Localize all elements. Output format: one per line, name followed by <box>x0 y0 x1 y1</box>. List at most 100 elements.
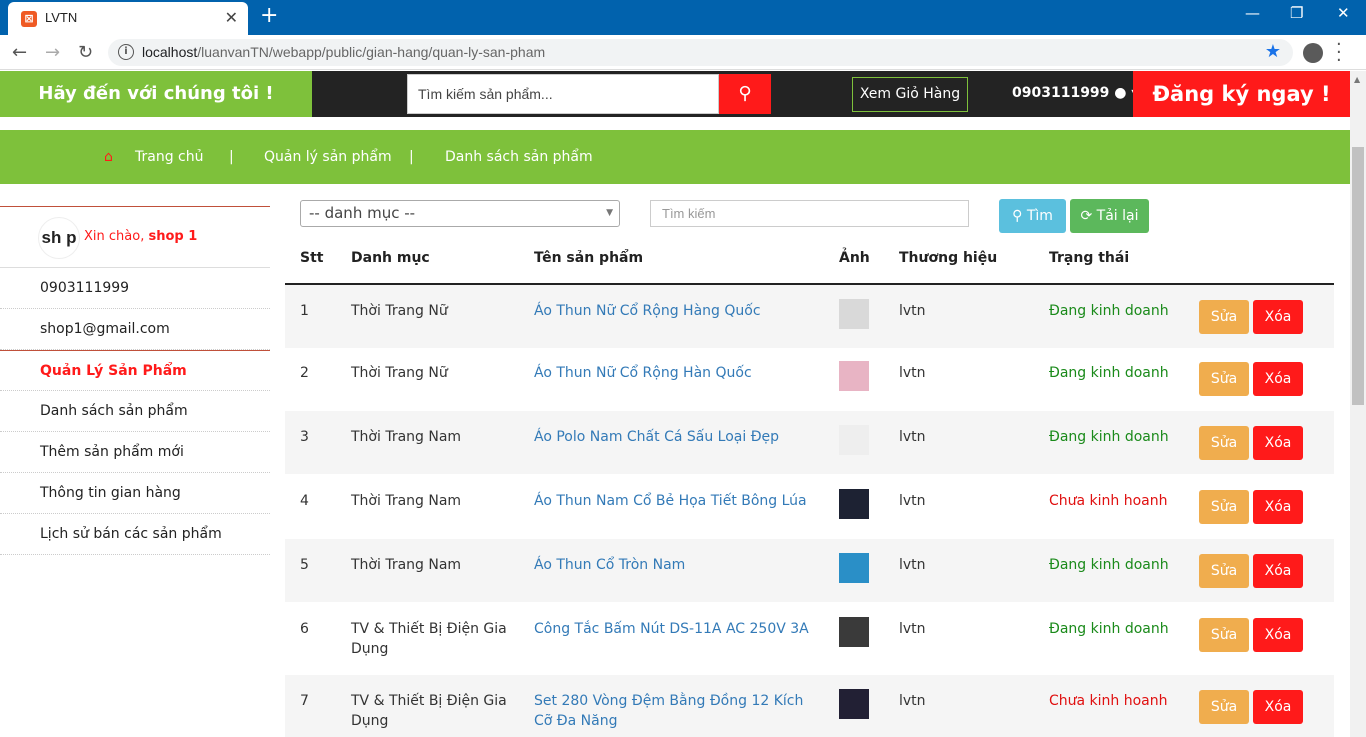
delete-button[interactable]: Xóa <box>1253 362 1303 396</box>
cell-brand: lvtn <box>899 557 926 573</box>
product-thumbnail[interactable] <box>839 361 869 391</box>
greeting-text: Xin chào, shop 1 <box>84 229 198 244</box>
delete-button[interactable]: Xóa <box>1253 300 1303 334</box>
cell-category: TV & Thiết Bị Điện Gia Dụng <box>351 693 507 729</box>
header-image: Ảnh <box>839 250 870 266</box>
delete-button[interactable]: Xóa <box>1253 426 1303 460</box>
product-thumbnail[interactable] <box>839 425 869 455</box>
cell-status: Đang kinh doanh <box>1049 365 1169 381</box>
sidebar-item-shop-info[interactable]: Thông tin gian hàng <box>0 473 270 514</box>
cell-category: Thời Trang Nam <box>351 493 462 509</box>
product-search-input[interactable] <box>407 74 719 114</box>
cell-stt: 7 <box>300 693 309 709</box>
refresh-icon: ⟳ <box>1080 208 1093 224</box>
edit-button[interactable]: Sửa <box>1199 362 1249 396</box>
chevron-down-icon: ▼ <box>606 208 613 218</box>
browser-menu-icon[interactable]: · · · <box>1336 36 1342 70</box>
bookmark-star-icon[interactable]: ★ <box>1265 41 1281 62</box>
find-button[interactable]: ⚲ Tìm <box>999 199 1066 233</box>
cell-brand: lvtn <box>899 621 926 637</box>
category-select[interactable]: -- danh mục -- ▼ <box>300 200 620 227</box>
search-button[interactable]: ⚲ <box>719 74 771 114</box>
cell-category: Thời Trang Nam <box>351 557 462 573</box>
cell-product-name-link[interactable]: Áo Thun Cổ Tròn Nam <box>534 555 814 575</box>
product-thumbnail[interactable] <box>839 299 869 329</box>
cell-status: Chưa kinh hoanh <box>1049 693 1168 709</box>
info-icon[interactable]: i <box>118 44 134 60</box>
cell-category: Thời Trang Nam <box>351 429 462 445</box>
new-tab-icon[interactable]: + <box>260 5 278 27</box>
forward-icon[interactable]: → <box>45 42 60 63</box>
filter-search-input[interactable] <box>650 200 969 227</box>
cell-product-name-link[interactable]: Áo Polo Nam Chất Cá Sấu Loại Đẹp <box>534 427 814 447</box>
reload-button[interactable]: ⟳ Tải lại <box>1070 199 1149 233</box>
edit-button[interactable]: Sửa <box>1199 426 1249 460</box>
delete-button[interactable]: Xóa <box>1253 690 1303 724</box>
sidebar-item-sales-history[interactable]: Lịch sử bán các sản phẩm <box>0 514 270 555</box>
search-icon: ⚲ <box>1012 208 1023 224</box>
address-bar[interactable]: i localhost/luanvanTN/webapp/public/gian… <box>108 39 1293 66</box>
scroll-up-icon[interactable]: ▲ <box>1354 75 1360 84</box>
search-icon: ⚲ <box>738 83 752 104</box>
breadcrumb: ⌂ Trang chủ | Quản lý sản phẩm | Danh sá… <box>0 130 1350 184</box>
product-thumbnail[interactable] <box>839 489 869 519</box>
delete-button[interactable]: Xóa <box>1253 554 1303 588</box>
user-account-menu[interactable]: 0903111999 ● ▾ <box>1012 85 1138 101</box>
browser-toolbar: ← → ↻ i localhost/luanvanTN/webapp/publi… <box>0 35 1366 70</box>
header-brand: Thương hiệu <box>899 250 998 266</box>
register-button[interactable]: Đăng ký ngay ! <box>1133 71 1350 117</box>
cell-product-name-link[interactable]: Set 280 Vòng Đệm Bằng Đồng 12 Kích Cỡ Đa… <box>534 691 814 731</box>
back-icon[interactable]: ← <box>12 42 27 63</box>
cell-stt: 1 <box>300 303 309 319</box>
tab-close-icon[interactable]: ✕ <box>225 8 238 27</box>
tab-title: LVTN <box>45 10 78 25</box>
browser-tab[interactable]: ⊠ LVTN ✕ <box>8 2 248 35</box>
shop-avatar: sh p <box>38 217 80 259</box>
cell-status: Đang kinh doanh <box>1049 303 1169 319</box>
sidebar-item-add-product[interactable]: Thêm sản phẩm mới <box>0 432 270 473</box>
product-thumbnail[interactable] <box>839 617 869 647</box>
extension-icon[interactable] <box>1303 43 1323 63</box>
scrollbar-thumb[interactable] <box>1352 147 1364 405</box>
header-category: Danh mục <box>351 250 430 266</box>
xampp-favicon-icon: ⊠ <box>21 11 37 27</box>
breadcrumb-manage-products[interactable]: Quản lý sản phẩm <box>264 149 392 165</box>
product-thumbnail[interactable] <box>839 689 869 719</box>
minimize-icon[interactable]: — <box>1245 4 1260 22</box>
breadcrumb-home[interactable]: Trang chủ <box>135 149 203 165</box>
sidebar-item-manage-products[interactable]: Quản Lý Sản Phẩm <box>0 350 270 391</box>
site-header: Hãy đến với chúng tôi ! ⚲ Xem Giỏ Hàng 🛒… <box>0 71 1350 135</box>
sidebar-item-phone: 0903111999 <box>0 268 270 309</box>
cell-status: Đang kinh doanh <box>1049 621 1169 637</box>
cell-brand: lvtn <box>899 693 926 709</box>
cell-product-name-link[interactable]: Công Tắc Bấm Nút DS-11A AC 250V 3A <box>534 619 814 639</box>
cell-category: Thời Trang Nữ <box>351 303 448 319</box>
cell-stt: 3 <box>300 429 309 445</box>
url-text[interactable]: localhost/luanvanTN/webapp/public/gian-h… <box>142 44 545 60</box>
edit-button[interactable]: Sửa <box>1199 490 1249 524</box>
edit-button[interactable]: Sửa <box>1199 690 1249 724</box>
view-cart-button[interactable]: Xem Giỏ Hàng 🛒︎ <box>852 77 968 135</box>
breadcrumb-separator: | <box>409 149 414 165</box>
cell-product-name-link[interactable]: Áo Thun Nam Cổ Bẻ Họa Tiết Bông Lúa <box>534 491 814 511</box>
delete-button[interactable]: Xóa <box>1253 490 1303 524</box>
cell-brand: lvtn <box>899 303 926 319</box>
product-thumbnail[interactable] <box>839 553 869 583</box>
edit-button[interactable]: Sửa <box>1199 618 1249 652</box>
restore-icon[interactable]: ❐ <box>1290 4 1303 22</box>
cell-product-name-link[interactable]: Áo Thun Nữ Cổ Rộng Hàng Quốc <box>534 301 814 321</box>
cell-product-name-link[interactable]: Áo Thun Nữ Cổ Rộng Hàn Quốc <box>534 363 814 383</box>
page-scrollbar[interactable]: ▲ <box>1350 71 1366 737</box>
cell-brand: lvtn <box>899 365 926 381</box>
sidebar-item-email: shop1@gmail.com <box>0 309 270 350</box>
cell-brand: lvtn <box>899 493 926 509</box>
edit-button[interactable]: Sửa <box>1199 554 1249 588</box>
cell-category: Thời Trang Nữ <box>351 365 448 381</box>
reload-icon[interactable]: ↻ <box>78 42 93 63</box>
delete-button[interactable]: Xóa <box>1253 618 1303 652</box>
edit-button[interactable]: Sửa <box>1199 300 1249 334</box>
shop-greeting: sh p Xin chào, shop 1 <box>0 206 270 268</box>
browser-tabbar: ⊠ LVTN ✕ + — ❐ ✕ <box>0 0 1366 35</box>
sidebar-item-product-list[interactable]: Danh sách sản phẩm <box>0 391 270 432</box>
window-close-icon[interactable]: ✕ <box>1337 4 1350 22</box>
